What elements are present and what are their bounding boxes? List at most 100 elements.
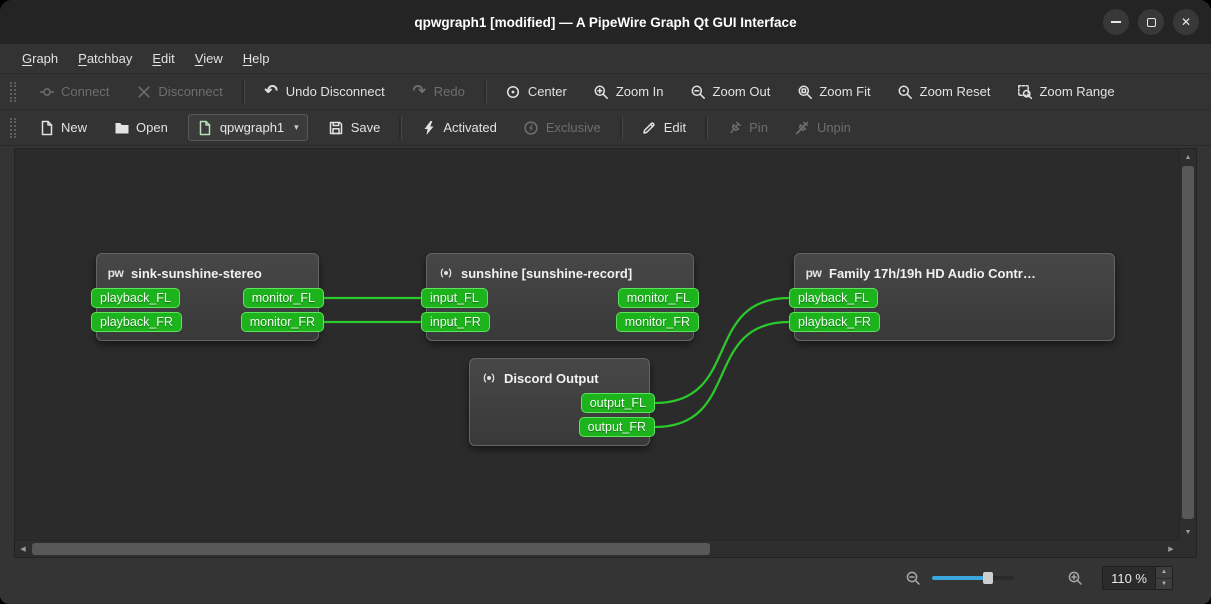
output-ports: output_FL output_FR [578,393,655,437]
node-title: sunshine [sunshine-record] [427,260,693,286]
zoom-range-button[interactable]: Zoom Range [1004,78,1126,105]
exclusive-icon [523,119,540,136]
graph-canvas[interactable]: pw sink-sunshine-stereo playback_FL playbac… [15,149,1179,540]
undo-icon: ↶ [264,82,278,100]
graph-node-discord-output[interactable]: Discord Output output_FL output_FR [469,358,655,446]
zoom-out-mini-icon[interactable] [904,569,922,587]
vertical-scrollbar[interactable]: ▲ ▼ [1179,149,1196,540]
port-sink-sunshine-stereo-monitor_FL[interactable]: monitor_FL [242,288,324,308]
output-ports: monitor_FL monitor_FR [240,288,324,332]
port-family-hd-audio-playback_FR[interactable]: playback_FR [789,312,880,332]
port-sunshine-monitor_FR[interactable]: monitor_FR [615,312,699,332]
port-sunshine-input_FR[interactable]: input_FR [421,312,490,332]
maximize-button[interactable] [1138,9,1164,35]
titlebar: qpwgraph1 [modified] — A PipeWire Graph … [0,0,1211,44]
pipewire-icon: pw [107,266,124,280]
toolbar-graph: Connect Disconnect ↶ Undo Disconnect ↷ R… [0,74,1211,110]
menu-edit[interactable]: Edit [142,44,184,73]
spin-down-button[interactable]: ▼ [1156,578,1172,589]
zoom-slider-handle[interactable] [982,572,993,584]
minimize-button[interactable] [1103,9,1129,35]
scroll-right-button[interactable]: ▶ [1163,541,1179,557]
zoom-in-mini-icon[interactable] [1066,569,1084,587]
scrollbar-corner [1179,540,1196,557]
output-ports: monitor_FL monitor_FR [615,288,699,332]
connect-button[interactable]: Connect [26,78,121,105]
redo-button[interactable]: ↷ Redo [399,78,477,105]
menu-help[interactable]: Help [233,44,280,73]
zoom-out-button[interactable]: Zoom Out [678,78,783,105]
app-window: qpwgraph1 [modified] — A PipeWire Graph … [0,0,1211,604]
vertical-scrollbar-thumb[interactable] [1182,166,1194,520]
graph-node-sink-sunshine-stereo[interactable]: pw sink-sunshine-stereo playback_FL playbac… [91,253,324,341]
toolbar-separator [483,80,486,103]
input-ports: playback_FL playback_FR [91,288,182,332]
pin-button[interactable]: Pin [714,114,780,141]
new-patchbay-button[interactable]: New [26,114,99,141]
port-family-hd-audio-playback_FL[interactable]: playback_FL [789,288,878,308]
open-patchbay-button[interactable]: Open [101,114,180,141]
scroll-left-button[interactable]: ◀ [15,541,31,557]
scroll-down-button[interactable]: ▼ [1180,524,1196,540]
lightning-bolt-icon [420,119,437,136]
scroll-up-button[interactable]: ▲ [1180,149,1196,165]
window-controls: ✕ [1103,0,1199,44]
patchbay-select[interactable]: qpwgraph1 ▾ [187,114,308,141]
zoom-value: 110 % [1111,570,1147,586]
connect-icon [38,83,55,100]
node-title-label: Discord Output [504,370,599,386]
toolbar-separator [399,116,402,139]
disconnect-icon [135,83,152,100]
patchbay-file-icon [197,119,214,136]
node-ports: output_FL output_FR [470,393,655,437]
undo-disconnect-button[interactable]: ↶ Undo Disconnect [251,78,397,105]
toolbar-drag-handle[interactable] [10,117,16,138]
menu-view[interactable]: View [185,44,233,73]
disconnect-button[interactable]: Disconnect [123,78,234,105]
horizontal-scrollbar-thumb[interactable] [32,543,710,555]
vertical-scrollbar-track[interactable] [1182,166,1194,523]
edit-button[interactable]: Edit [629,114,698,141]
center-button[interactable]: Center [493,78,579,105]
canvas-frame: pw sink-sunshine-stereo playback_FL playbac… [14,148,1197,558]
zoom-slider[interactable] [932,570,1015,586]
graph-node-family-hd-audio[interactable]: pw Family 17h/19h HD Audio Contr… playback… [789,253,1115,341]
menu-patchbay[interactable]: Patchbay [68,44,142,73]
port-discord-output-output_FR[interactable]: output_FR [578,417,655,437]
horizontal-scrollbar[interactable]: ◀ ▶ [15,540,1179,557]
graph-node-sunshine[interactable]: sunshine [sunshine-record] input_FL input_… [421,253,699,341]
zoom-spinbox[interactable]: 110 % ▲ ▼ [1102,566,1173,590]
exclusive-toggle-button[interactable]: Exclusive [511,114,613,141]
zoom-reset-icon [897,83,914,100]
pipewire-icon: pw [805,266,822,280]
pencil-icon [641,119,658,136]
zoom-fit-button[interactable]: Zoom Fit [784,78,882,105]
window-title: qpwgraph1 [modified] — A PipeWire Graph … [414,14,797,30]
port-sink-sunshine-stereo-playback_FL[interactable]: playback_FL [91,288,180,308]
zoom-out-icon [690,83,707,100]
port-discord-output-output_FL[interactable]: output_FL [580,393,655,413]
horizontal-scrollbar-track[interactable] [32,543,1162,555]
spin-up-button[interactable]: ▲ [1156,567,1172,579]
port-sink-sunshine-stereo-playback_FR[interactable]: playback_FR [91,312,182,332]
menu-graph[interactable]: Graph [12,44,68,73]
zoom-in-icon [593,83,610,100]
port-sunshine-input_FL[interactable]: input_FL [421,288,488,308]
input-ports: input_FL input_FR [421,288,490,332]
unpin-icon [794,119,811,136]
node-title-label: sink-sunshine-stereo [131,265,262,281]
activated-toggle-button[interactable]: Activated [408,114,508,141]
open-folder-icon [113,119,130,136]
save-patchbay-button[interactable]: Save [316,114,393,141]
close-icon: ✕ [1180,15,1192,29]
unpin-button[interactable]: Unpin [782,114,863,141]
zoom-in-button[interactable]: Zoom In [581,78,676,105]
node-ports: playback_FL playback_FR monitor_FL monitor_… [91,288,324,332]
zoom-range-icon [1016,83,1033,100]
toolbar-drag-handle[interactable] [10,81,16,102]
close-button[interactable]: ✕ [1173,9,1199,35]
port-sunshine-monitor_FL[interactable]: monitor_FL [617,288,699,308]
zoom-reset-button[interactable]: Zoom Reset [885,78,1003,105]
port-sink-sunshine-stereo-monitor_FR[interactable]: monitor_FR [240,312,324,332]
center-icon [505,83,522,100]
